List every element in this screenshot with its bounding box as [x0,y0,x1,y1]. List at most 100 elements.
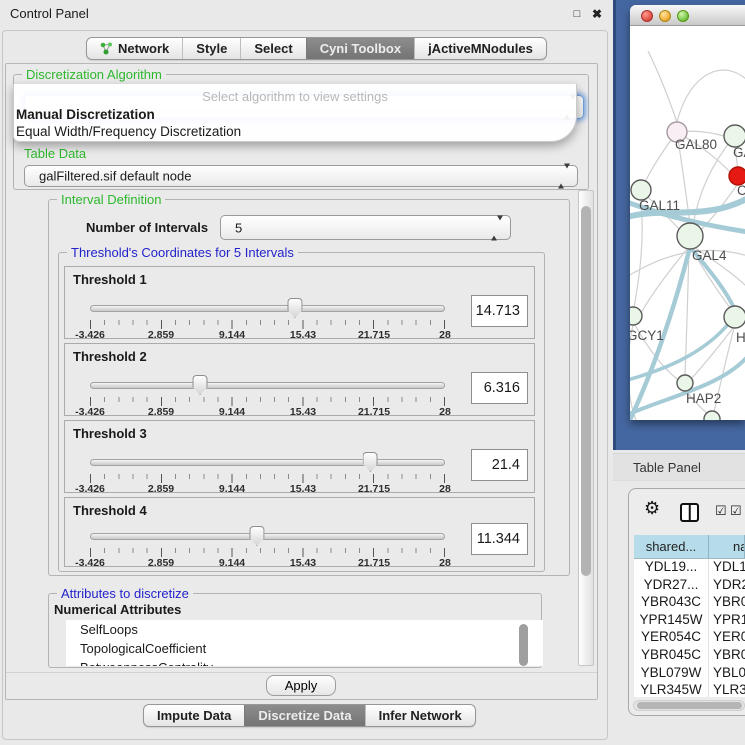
numerical-attributes-list[interactable]: SelfLoopsTopologicalCoefficientBetweenne… [66,620,543,666]
table-row[interactable]: YER054CYER0 [634,629,745,647]
tick-label: 28 [439,329,451,341]
top-tab-label: Style [196,41,227,56]
popup-option-manual[interactable]: Manual Discretization [16,107,155,122]
tick-label: 15.43 [290,329,316,341]
top-tab[interactable]: Cyni Toolbox [306,38,414,59]
node-gal11[interactable] [631,180,651,200]
slider-track[interactable] [90,382,445,389]
cell-shared-name[interactable]: YPR145W [634,612,709,630]
cell-name[interactable]: YER0 [709,629,745,647]
network-window-titlebar[interactable] [630,5,745,26]
node-gal4[interactable] [677,223,703,249]
close-traffic-light-icon[interactable] [641,10,653,22]
network-canvas[interactable]: GAL80 GA C GAL11 GAL4 GCY1 H HAP2 [630,26,745,420]
node-bottom[interactable] [704,411,720,420]
bottom-tab[interactable]: Impute Data [144,705,244,726]
threshold-4-value-field[interactable]: 11.344 [471,523,528,555]
node-hap2[interactable] [677,375,693,391]
zoom-traffic-light-icon[interactable] [677,10,689,22]
tick-label: 2.859 [148,329,174,341]
slider-handle[interactable] [363,452,378,472]
popup-option-equal-width[interactable]: Equal Width/Frequency Discretization [16,124,241,139]
threshold-3-slider[interactable]: -3.4262.8599.14415.4321.71528 [90,457,445,491]
slider-track[interactable] [90,533,445,540]
cell-shared-name[interactable]: YLR345W [634,682,709,697]
bottom-tab[interactable]: Infer Network [365,705,475,726]
table-row[interactable]: YDR27...YDR2 [634,577,745,595]
table-row[interactable]: YDL19...YDL1 [634,559,745,577]
attribute-list-item[interactable]: BetweennessCentrality [66,658,543,666]
threshold-4-panel: Threshold 4 -3.4262.8599.14415.4321.7152… [64,497,535,567]
threshold-1-value-field[interactable]: 14.713 [471,295,528,327]
node-hap[interactable] [724,306,745,328]
checkbox-icon[interactable]: ☑ [715,503,727,519]
table-row[interactable]: YBR045CYBR0 [634,647,745,665]
table-row[interactable]: YBL079WYBL0 [634,665,745,683]
table-panel-title: Table Panel [633,460,701,475]
table-horizontal-scrollbar[interactable] [633,700,745,711]
slider-tick-labels: -3.4262.8599.14415.4321.71528 [90,406,445,418]
attributes-list-scrollbar-thumb[interactable] [519,624,528,666]
cell-shared-name[interactable]: YBR043C [634,594,709,612]
number-of-intervals-combobox[interactable]: 5 [220,215,511,240]
network-view-frame: GAL80 GA C GAL11 GAL4 GCY1 H HAP2 [613,0,745,450]
tick-label: 2.859 [148,483,174,495]
interval-definition-label: Interval Definition [57,192,165,207]
top-tab[interactable]: Select [240,38,305,59]
bottom-tab[interactable]: Discretize Data [244,705,364,726]
checkbox-icon[interactable]: ☑ [730,503,742,519]
column-header-shared-name[interactable]: shared... [634,535,709,558]
attribute-list-item[interactable]: TopologicalCoefficient [66,639,543,658]
columns-icon[interactable] [680,503,699,522]
threshold-4-slider[interactable]: -3.4262.8599.14415.4321.71528 [90,531,445,565]
cell-name[interactable]: YDR2 [709,577,745,595]
threshold-3-value-field[interactable]: 21.4 [471,449,528,481]
network-graph [630,26,745,420]
cell-name[interactable]: YBR0 [709,647,745,665]
threshold-1-slider[interactable]: -3.4262.8599.14415.4321.71528 [90,303,445,337]
cell-shared-name[interactable]: YBL079W [634,665,709,683]
apply-button[interactable]: Apply [266,675,336,696]
cell-shared-name[interactable]: YDR27... [634,577,709,595]
slider-track[interactable] [90,305,445,312]
cell-name[interactable]: YDL1 [709,559,745,577]
tick-label: 9.144 [219,483,245,495]
float-window-icon[interactable]: □ [570,7,584,21]
node-top-right[interactable] [724,125,745,147]
threshold-1-panel: Threshold 1 -3.4262.8599.14415.4321.7152… [64,266,535,339]
settings-scrollbar[interactable] [578,190,594,666]
attribute-list-item[interactable]: SelfLoops [66,620,543,639]
top-tab[interactable]: Network [87,38,182,59]
window-title: Control Panel [10,6,89,21]
top-tab[interactable]: jActiveMNodules [414,38,546,59]
threshold-2-value-field[interactable]: 6.316 [471,372,528,404]
threshold-2-slider[interactable]: -3.4262.8599.14415.4321.71528 [90,380,445,414]
scrollbar-thumb[interactable] [637,702,742,709]
cell-shared-name[interactable]: YER054C [634,629,709,647]
cell-shared-name[interactable]: YDL19... [634,559,709,577]
slider-handle[interactable] [249,526,264,546]
top-tab[interactable]: Style [182,38,240,59]
slider-track[interactable] [90,459,445,466]
minimize-traffic-light-icon[interactable] [659,10,671,22]
slider-handle[interactable] [287,298,302,318]
cell-name[interactable]: YBR0 [709,594,745,612]
scrollbar-thumb[interactable] [581,206,591,576]
cell-shared-name[interactable]: YBR045C [634,647,709,665]
slider-handle[interactable] [193,375,208,395]
close-icon[interactable]: ✖ [590,7,604,21]
node-gcy1[interactable] [630,307,642,325]
table-row[interactable]: YBR043CYBR0 [634,594,745,612]
gear-icon[interactable]: ⚙ [644,498,660,519]
bottom-tab-bar: Impute DataDiscretize DataInfer Network [143,704,476,727]
node-label-ga: GA [733,145,745,160]
table-data-combobox[interactable]: galFiltered.sif default node [24,165,578,187]
tick-label: 28 [439,406,451,418]
table-row[interactable]: YLR345WYLR3 [634,682,745,697]
cell-name[interactable]: YLR3 [709,682,745,697]
cell-name[interactable]: YBL0 [709,665,745,683]
cell-name[interactable]: YPR1 [709,612,745,630]
node-label-gal80: GAL80 [675,137,717,152]
table-row[interactable]: YPR145WYPR1 [634,612,745,630]
column-header-name[interactable]: na [709,535,745,558]
